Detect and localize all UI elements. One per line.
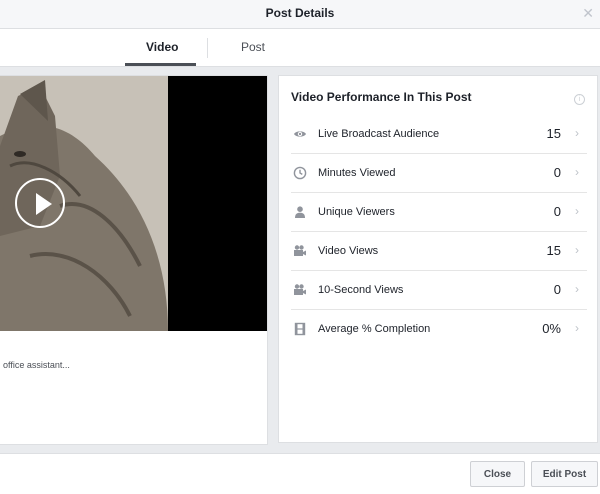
film-icon	[294, 322, 306, 336]
person-icon	[295, 206, 305, 218]
post-preview: office assistant...	[0, 75, 268, 445]
metric-value: 15	[546, 243, 561, 258]
metric-value: 15	[546, 126, 561, 141]
active-tab-indicator	[125, 63, 196, 66]
metric-label: Average % Completion	[318, 323, 431, 335]
tab-video[interactable]: Video	[146, 40, 178, 54]
info-icon[interactable]: i	[574, 94, 585, 105]
video-camera-icon	[294, 245, 306, 256]
chevron-right-icon: ›	[575, 282, 579, 296]
chevron-right-icon: ›	[575, 165, 579, 179]
metric-10-second-views[interactable]: 10-Second Views 0 ›	[291, 270, 587, 310]
metric-value: 0	[553, 204, 561, 219]
play-icon	[36, 193, 52, 215]
dialog-footer: Close Edit Post	[0, 453, 600, 494]
close-icon[interactable]: ✕	[582, 5, 594, 22]
chevron-right-icon: ›	[575, 243, 579, 257]
post-caption: office assistant...	[3, 360, 70, 370]
metric-label: 10-Second Views	[318, 284, 404, 296]
metric-label: Video Views	[318, 245, 379, 257]
chevron-right-icon: ›	[575, 321, 579, 335]
chevron-right-icon: ›	[575, 204, 579, 218]
video-camera-icon	[294, 284, 306, 295]
metric-value: 0%	[542, 321, 561, 336]
video-thumbnail[interactable]	[0, 76, 168, 331]
clock-icon	[293, 166, 307, 180]
metric-average-completion[interactable]: Average % Completion 0% ›	[291, 309, 587, 348]
tab-post[interactable]: Post	[241, 40, 265, 54]
metric-label: Live Broadcast Audience	[318, 128, 440, 140]
dialog-header: Post Details ✕	[0, 0, 600, 29]
play-button[interactable]	[15, 178, 65, 228]
metric-value: 0	[553, 165, 561, 180]
eye-icon	[294, 131, 306, 137]
tab-bar: Video Post	[0, 29, 600, 67]
metric-video-views[interactable]: Video Views 15 ›	[291, 231, 587, 271]
close-button[interactable]: Close	[470, 461, 525, 487]
metric-value: 0	[553, 282, 561, 297]
metric-minutes-viewed[interactable]: Minutes Viewed 0 ›	[291, 153, 587, 193]
metric-live-broadcast-audience[interactable]: Live Broadcast Audience 15 ›	[291, 114, 587, 154]
metric-label: Unique Viewers	[318, 206, 395, 218]
edit-post-button[interactable]: Edit Post	[531, 461, 598, 487]
video-performance-panel: Video Performance In This Post i Live Br…	[278, 75, 598, 443]
tab-divider	[207, 38, 208, 58]
dialog-title: Post Details	[265, 6, 335, 20]
panel-title: Video Performance In This Post	[291, 90, 472, 104]
chevron-right-icon: ›	[575, 126, 579, 140]
metric-label: Minutes Viewed	[318, 167, 396, 179]
metric-unique-viewers[interactable]: Unique Viewers 0 ›	[291, 192, 587, 232]
video-letterbox	[168, 76, 267, 331]
